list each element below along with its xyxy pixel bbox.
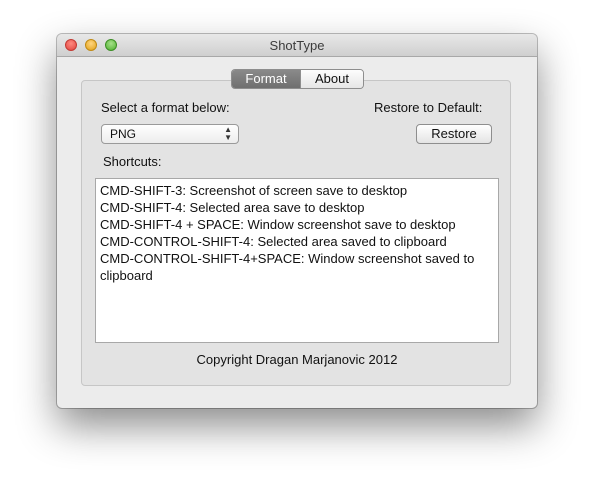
shortcut-line: CMD-SHIFT-4: Selected area save to deskt… — [100, 200, 365, 215]
copyright-text: Copyright Dragan Marjanovic 2012 — [196, 352, 398, 367]
format-label: Select a format below: — [101, 100, 230, 115]
tab-about[interactable]: About — [300, 70, 363, 88]
format-select-value: PNG — [110, 127, 137, 141]
format-select[interactable]: PNG ▲ ▼ — [101, 124, 239, 144]
shortcut-line: clipboard — [100, 268, 153, 283]
tab-bar: Format About — [231, 69, 364, 89]
updown-arrows-icon: ▲ ▼ — [224, 125, 232, 142]
shortcut-line: CMD-SHIFT-3: Screenshot of screen save t… — [100, 183, 408, 198]
restore-button[interactable]: Restore — [416, 124, 492, 144]
title-bar[interactable]: ShotType — [57, 34, 537, 57]
shortcuts-text-area[interactable]: CMD-SHIFT-3: Screenshot of screen save t… — [95, 178, 499, 343]
shortcut-line: CMD-CONTROL-SHIFT-4+SPACE: Window screen… — [100, 251, 475, 266]
shortcuts-label: Shortcuts: — [103, 154, 162, 169]
shortcut-line: CMD-CONTROL-SHIFT-4: Selected area saved… — [100, 234, 447, 249]
tab-format[interactable]: Format — [232, 70, 300, 88]
shortcut-line: CMD-SHIFT-4 + SPACE: Window screenshot s… — [100, 217, 456, 232]
restore-label: Restore to Default: — [374, 100, 483, 115]
app-window: ShotType Format About Select a format be… — [57, 34, 537, 408]
window-title: ShotType — [269, 38, 325, 53]
